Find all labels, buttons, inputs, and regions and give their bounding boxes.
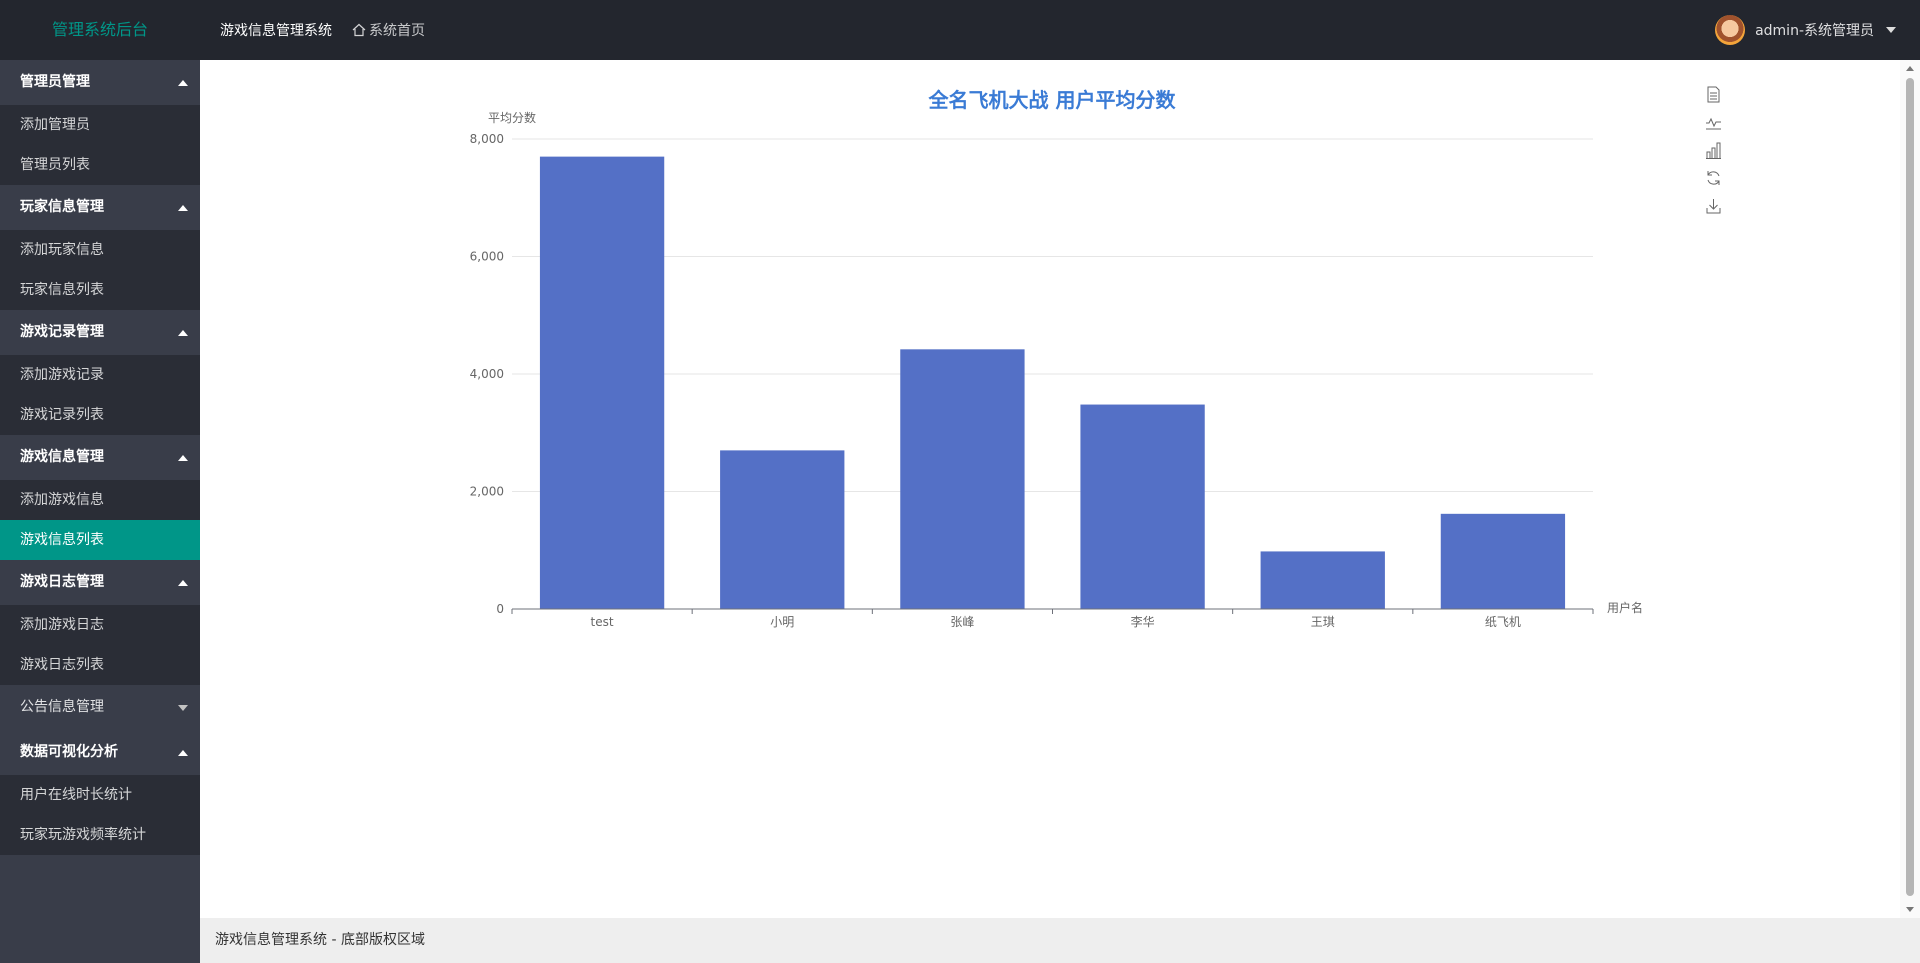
footer: 游戏信息管理系统 - 底部版权区域 (200, 918, 1920, 963)
sidebar-group-title[interactable]: 数据可视化分析 (0, 730, 200, 775)
bar-test[interactable] (539, 156, 665, 609)
scroll-down-icon[interactable] (1906, 907, 1914, 912)
sidebar: 管理员管理 添加管理员 管理员列表 玩家信息管理 添加玩家信息 玩家信息列表 游… (0, 60, 200, 963)
chevron-up-icon (178, 80, 188, 86)
sidebar-group-title[interactable]: 游戏日志管理 (0, 560, 200, 605)
chart-toolbox (1706, 86, 1721, 214)
sidebar-item-admin-list[interactable]: 管理员列表 (0, 145, 200, 185)
bar-series (539, 156, 1566, 609)
sidebar-group-player: 玩家信息管理 添加玩家信息 玩家信息列表 (0, 185, 200, 310)
sidebar-group-label: 数据可视化分析 (20, 744, 118, 760)
sidebar-item-add-game-info[interactable]: 添加游戏信息 (0, 480, 200, 520)
restore-icon[interactable] (1707, 171, 1720, 185)
bar-李华[interactable] (1080, 404, 1205, 609)
vertical-scrollbar[interactable] (1900, 60, 1920, 918)
sidebar-group-label: 游戏日志管理 (20, 574, 104, 590)
sidebar-group-game-log: 游戏日志管理 添加游戏日志 游戏日志列表 (0, 560, 200, 685)
sidebar-item-add-log[interactable]: 添加游戏日志 (0, 605, 200, 645)
download-icon[interactable] (1706, 199, 1721, 214)
x-tick-label: 小明 (770, 615, 794, 629)
bar-小明[interactable] (720, 450, 845, 609)
sidebar-item-game-info-list[interactable]: 游戏信息列表 (0, 520, 200, 560)
chevron-up-icon (178, 455, 188, 461)
chevron-down-icon[interactable] (1886, 27, 1896, 33)
y-axis-label: 平均分数 (488, 110, 536, 125)
nav-system-title[interactable]: 游戏信息管理系统 (220, 20, 332, 40)
avatar[interactable] (1715, 15, 1746, 45)
x-tick-label: 李华 (1131, 614, 1155, 629)
data-view-icon[interactable] (1707, 86, 1720, 103)
line-chart-icon[interactable] (1706, 117, 1721, 130)
chevron-up-icon (178, 750, 188, 756)
sidebar-group-game-record: 游戏记录管理 添加游戏记录 游戏记录列表 (0, 310, 200, 435)
user-menu[interactable]: admin-系统管理员 (1715, 0, 1896, 60)
sidebar-group-game-info: 游戏信息管理 添加游戏信息 游戏信息列表 (0, 435, 200, 560)
sidebar-children: 用户在线时长统计 玩家玩游戏频率统计 (0, 775, 200, 855)
sidebar-item-player-list[interactable]: 玩家信息列表 (0, 270, 200, 310)
sidebar-group-title[interactable]: 游戏信息管理 (0, 435, 200, 480)
top-nav: 游戏信息管理系统 系统首页 (220, 0, 425, 60)
bar-chart: 全名飞机大战 用户平均分数 平均分数 用户名 0 2,000 4,000 6,000 8… (470, 86, 1721, 629)
sidebar-group-admin: 管理员管理 添加管理员 管理员列表 (0, 60, 200, 185)
chevron-up-icon (178, 205, 188, 211)
sidebar-group-label: 公告信息管理 (20, 699, 104, 715)
nav-home-label: 系统首页 (369, 23, 425, 39)
sidebar-children: 添加玩家信息 玩家信息列表 (0, 230, 200, 310)
sidebar-item-play-frequency[interactable]: 玩家玩游戏频率统计 (0, 815, 200, 855)
sidebar-children: 添加游戏记录 游戏记录列表 (0, 355, 200, 435)
sidebar-children: 添加管理员 管理员列表 (0, 105, 200, 185)
sidebar-children: 添加游戏信息 游戏信息列表 (0, 480, 200, 560)
x-tick-label: 张峰 (950, 615, 974, 629)
sidebar-group-label: 游戏信息管理 (20, 449, 104, 465)
sidebar-item-record-list[interactable]: 游戏记录列表 (0, 395, 200, 435)
y-tick-label: 0 (496, 602, 504, 616)
bar-王琪[interactable] (1260, 551, 1385, 609)
app-logo[interactable]: 管理系统后台 (0, 0, 200, 60)
top-header: 管理系统后台 游戏信息管理系统 系统首页 admin-系统管理员 (0, 0, 1920, 60)
chevron-up-icon (178, 580, 188, 586)
sidebar-group-title[interactable]: 游戏记录管理 (0, 310, 200, 355)
sidebar-group-title[interactable]: 公告信息管理 (0, 685, 200, 730)
chevron-down-icon (178, 705, 188, 711)
sidebar-item-log-list[interactable]: 游戏日志列表 (0, 645, 200, 685)
y-tick-label: 2,000 (470, 485, 504, 499)
sidebar-group-visualization: 数据可视化分析 用户在线时长统计 玩家玩游戏频率统计 (0, 730, 200, 855)
x-tick-label: 纸飞机 (1485, 615, 1521, 629)
y-tick-label: 4,000 (470, 367, 504, 381)
bar-纸飞机[interactable] (1440, 513, 1566, 609)
sidebar-item-online-duration[interactable]: 用户在线时长统计 (0, 775, 200, 815)
chart-title: 全名飞机大战 用户平均分数 (928, 88, 1177, 112)
scroll-thumb[interactable] (1906, 78, 1914, 896)
x-axis-label: 用户名 (1607, 600, 1643, 615)
sidebar-group-title[interactable]: 玩家信息管理 (0, 185, 200, 230)
bar-张峰[interactable] (900, 349, 1025, 609)
bar-chart-icon[interactable] (1706, 142, 1721, 159)
scroll-up-icon[interactable] (1906, 66, 1914, 71)
user-name[interactable]: admin-系统管理员 (1755, 20, 1874, 40)
sidebar-group-label: 游戏记录管理 (20, 324, 104, 340)
y-tick-label: 6,000 (470, 250, 504, 264)
sidebar-group-label: 玩家信息管理 (20, 199, 104, 215)
main-content: 全名飞机大战 用户平均分数 平均分数 用户名 0 2,000 4,000 6,000 8… (200, 60, 1920, 918)
x-axis: test 小明 张峰 李华 王琪 纸飞机 (511, 608, 1594, 629)
home-icon (352, 23, 366, 37)
sidebar-item-add-player[interactable]: 添加玩家信息 (0, 230, 200, 270)
chart-container: 全名飞机大战 用户平均分数 平均分数 用户名 0 2,000 4,000 6,000 8… (200, 60, 1900, 918)
x-tick-label: test (591, 615, 614, 629)
chevron-up-icon (178, 330, 188, 336)
x-tick-label: 王琪 (1311, 615, 1335, 629)
sidebar-item-add-admin[interactable]: 添加管理员 (0, 105, 200, 145)
sidebar-group-title[interactable]: 管理员管理 (0, 60, 200, 105)
sidebar-item-add-record[interactable]: 添加游戏记录 (0, 355, 200, 395)
nav-home-link[interactable]: 系统首页 (352, 20, 425, 40)
sidebar-children: 添加游戏日志 游戏日志列表 (0, 605, 200, 685)
sidebar-group-label: 管理员管理 (20, 74, 90, 90)
y-tick-label: 8,000 (470, 132, 504, 146)
sidebar-group-notice: 公告信息管理 (0, 685, 200, 730)
